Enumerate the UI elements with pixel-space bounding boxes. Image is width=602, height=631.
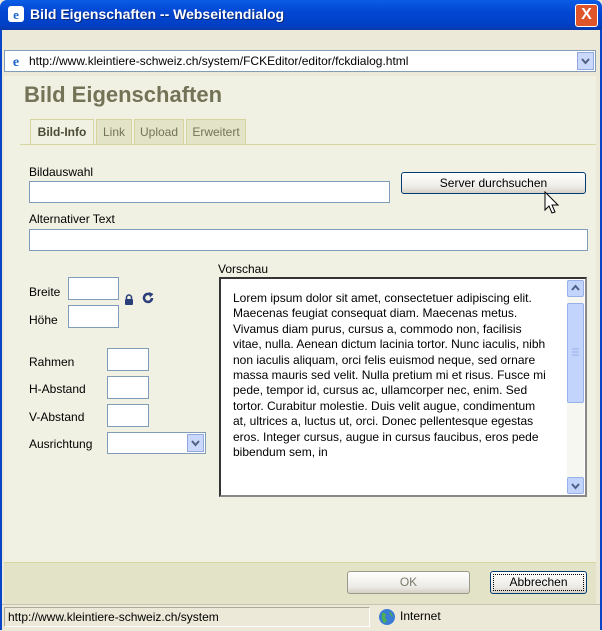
window-titlebar[interactable]: e Bild Eigenschaften -- Webseitendialog … <box>0 0 602 30</box>
svg-text:e: e <box>13 7 19 22</box>
tab-upload[interactable]: Upload <box>134 119 184 144</box>
width-label: Breite <box>29 285 61 299</box>
scroll-down-button[interactable] <box>567 477 584 494</box>
address-dropdown-button[interactable] <box>577 52 594 70</box>
status-bar: http://www.kleintiere-schweiz.ch/system … <box>2 604 600 631</box>
page-icon: e <box>13 55 19 69</box>
tab-erweitert[interactable]: Erweitert <box>186 119 246 144</box>
address-bar[interactable]: e http://www.kleintiere-schweiz.ch/syste… <box>4 50 596 72</box>
align-dropdown-button[interactable] <box>187 434 204 452</box>
vspace-input[interactable] <box>107 404 149 427</box>
chevron-up-icon <box>571 284 580 291</box>
status-url: http://www.kleintiere-schweiz.ch/system <box>4 607 370 627</box>
lock-ratio-icon[interactable] <box>124 294 134 306</box>
window-title: Bild Eigenschaften -- Webseitendialog <box>30 6 285 22</box>
chevron-down-icon <box>581 58 590 65</box>
vspace-label: V-Abstand <box>29 410 85 424</box>
chevron-down-icon <box>571 483 580 490</box>
align-label: Ausrichtung <box>29 437 93 451</box>
preview-scrollbar[interactable] <box>567 280 584 494</box>
preview-label: Vorschau <box>218 262 269 276</box>
hspace-input[interactable] <box>107 376 149 399</box>
preview-box: Lorem ipsum dolor sit amet, consectetuer… <box>219 277 587 497</box>
ok-button[interactable]: OK <box>347 571 470 594</box>
reset-size-icon[interactable] <box>141 291 155 305</box>
tab-link[interactable]: Link <box>96 119 132 144</box>
tab-bild-info[interactable]: Bild-Info <box>30 119 94 145</box>
svg-text:e: e <box>13 55 19 69</box>
alt-text-label: Alternativer Text <box>29 212 115 226</box>
status-zone: Internet <box>374 607 596 627</box>
image-select-label: Bildauswahl <box>29 165 94 179</box>
internet-explorer-icon: e <box>8 6 24 22</box>
status-zone-label: Internet <box>400 609 441 623</box>
preview-text: Lorem ipsum dolor sit amet, consectetuer… <box>233 291 546 460</box>
scroll-up-button[interactable] <box>567 280 584 297</box>
cursor-icon <box>544 191 560 214</box>
globe-icon <box>379 609 395 625</box>
border-label: Rahmen <box>29 355 75 369</box>
hspace-label: H-Abstand <box>29 382 86 396</box>
close-button[interactable]: X <box>575 4 598 27</box>
border-input[interactable] <box>107 348 149 371</box>
scroll-thumb[interactable] <box>567 303 584 403</box>
close-icon: X <box>581 6 592 23</box>
align-select[interactable] <box>107 432 206 454</box>
dialog-heading: Bild Eigenschaften <box>24 82 223 107</box>
grip-icon <box>572 348 579 356</box>
image-url-input[interactable] <box>29 181 390 203</box>
width-input[interactable] <box>68 277 119 300</box>
chevron-down-icon <box>191 440 200 447</box>
alt-text-input[interactable] <box>29 229 588 251</box>
height-input[interactable] <box>68 305 119 328</box>
address-url: http://www.kleintiere-schweiz.ch/system/… <box>29 54 409 68</box>
height-label: Höhe <box>29 313 58 327</box>
cancel-button[interactable]: Abbrechen <box>490 571 587 594</box>
